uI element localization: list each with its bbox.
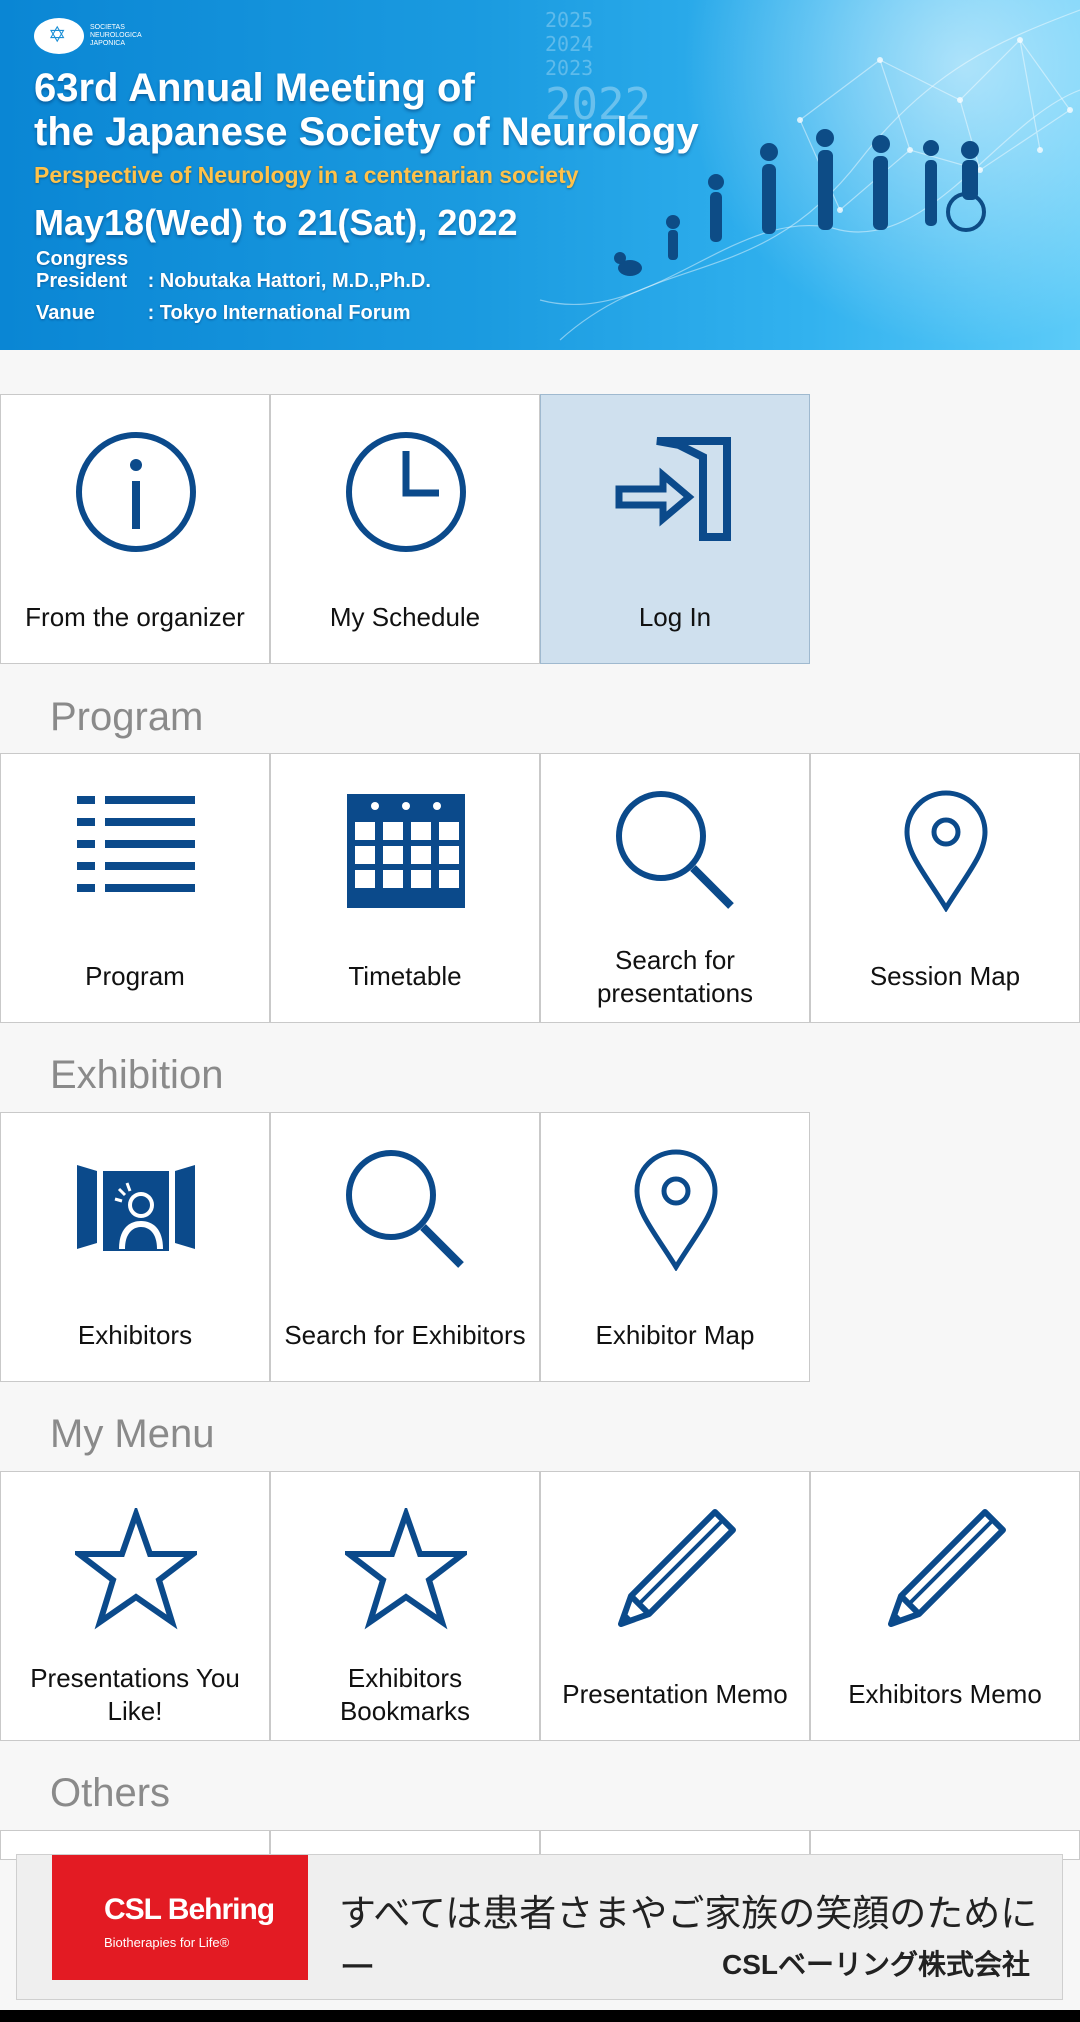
tile-exhibitors[interactable]: Exhibitors <box>0 1112 270 1382</box>
tile-search-for-exhibitors[interactable]: Search for Exhibitors <box>270 1112 540 1382</box>
bottom-bar <box>0 2010 1080 2022</box>
tile-label: Presentations You Like! <box>30 1663 240 1726</box>
tile-label: Presentation Memo <box>562 1679 788 1709</box>
sponsor-ad-banner[interactable]: CSL Behring Biotherapies for Life® すべては患… <box>16 1854 1063 2000</box>
tile-label: Search for presentations <box>596 945 754 1008</box>
society-logo: SOCIETAS NEUROLOGICA JAPONICA <box>34 18 160 54</box>
csl-behring-tagline: Biotherapies for Life® <box>104 1935 230 1950</box>
tile-label: Program <box>85 961 185 991</box>
section-heading-others: Others <box>50 1771 171 1815</box>
calendar-icon <box>347 794 465 908</box>
section-heading-my-menu: My Menu <box>50 1412 215 1456</box>
tile-program[interactable]: Program <box>0 753 270 1023</box>
tile-label: Exhibitors Bookmarks <box>339 1663 471 1726</box>
tile-presentations-you-like[interactable]: Presentations You Like! <box>0 1471 270 1741</box>
tile-search-for-presentations[interactable]: Search for presentations <box>540 753 810 1023</box>
info-icon <box>76 432 196 552</box>
society-logo-text: SOCIETAS NEUROLOGICA JAPONICA <box>90 24 142 47</box>
tile-label: Exhibitors <box>77 1320 193 1350</box>
tile-exhibitors-memo[interactable]: Exhibitors Memo <box>810 1471 1080 1741</box>
congress-president-key: Congress President <box>36 248 129 292</box>
venue: Vanue : Tokyo International Forum <box>36 302 411 325</box>
tile-from-the-organizer[interactable]: From the organizer <box>0 394 270 664</box>
search-icon <box>346 1150 464 1268</box>
meeting-title-line1: 63rd Annual Meeting of <box>34 66 475 110</box>
tile-session-map[interactable]: Session Map <box>810 753 1080 1023</box>
clock-icon <box>346 432 466 552</box>
tile-label: From the organizer <box>25 602 245 632</box>
tile-exhibitors-bookmarks[interactable]: Exhibitors Bookmarks <box>270 1471 540 1741</box>
exhibitor-booth-icon <box>77 1165 195 1251</box>
congress-president: Congress President : Nobutaka Hattori, M… <box>36 248 431 293</box>
section-heading-exhibition: Exhibition <box>50 1053 224 1097</box>
pencil-icon <box>888 1509 1006 1627</box>
tile-label: My Schedule <box>329 602 481 632</box>
tile-log-in[interactable]: Log In <box>540 394 810 664</box>
tile-label: Exhibitor Map <box>595 1320 755 1350</box>
map-pin-icon <box>904 790 988 912</box>
tile-timetable[interactable]: Timetable <box>270 753 540 1023</box>
year-2025: 2025 <box>545 8 594 32</box>
society-logo-mark <box>34 18 84 54</box>
venue-value: : Tokyo International Forum <box>147 302 411 324</box>
tile-label: Timetable <box>348 961 462 991</box>
meeting-title-line2: the Japanese Society of Neurology <box>34 110 699 154</box>
list-icon <box>77 796 195 892</box>
tile-label: Exhibitors Memo <box>848 1679 1042 1709</box>
tile-exhibitor-map[interactable]: Exhibitor Map <box>540 1112 810 1382</box>
login-icon <box>615 437 731 541</box>
star-icon <box>345 1508 467 1630</box>
tile-label: Session Map <box>869 961 1021 991</box>
congress-president-value: : Nobutaka Hattori, M.D.,Ph.D. <box>147 270 431 292</box>
star-icon <box>75 1508 197 1630</box>
csl-behring-logo: CSL Behring Biotherapies for Life® <box>52 1855 308 1980</box>
tile-label: Search for Exhibitors <box>284 1320 526 1350</box>
tile-presentation-memo[interactable]: Presentation Memo <box>540 1471 810 1741</box>
csl-behring-brand: CSL Behring <box>104 1893 275 1926</box>
meeting-title: 63rd Annual Meeting of the Japanese Soci… <box>34 66 699 154</box>
meeting-dates: May18(Wed) to 21(Sat), 2022 <box>34 202 518 243</box>
section-heading-program: Program <box>50 695 204 739</box>
header-banner: 2025 2024 2023 2022 SOCIETAS NEUROLOGICA… <box>0 0 1080 350</box>
venue-key: Vanue <box>36 302 95 324</box>
meeting-subtitle: Perspective of Neurology in a centenaria… <box>34 162 579 188</box>
ad-company-name: CSLベーリング株式会社 <box>721 1949 1030 1980</box>
pencil-icon <box>618 1509 736 1627</box>
tile-my-schedule[interactable]: My Schedule <box>270 394 540 664</box>
year-2024: 2024 <box>545 32 594 56</box>
search-icon <box>616 791 734 909</box>
map-pin-icon <box>634 1149 718 1271</box>
tile-label: Log In <box>638 602 712 632</box>
